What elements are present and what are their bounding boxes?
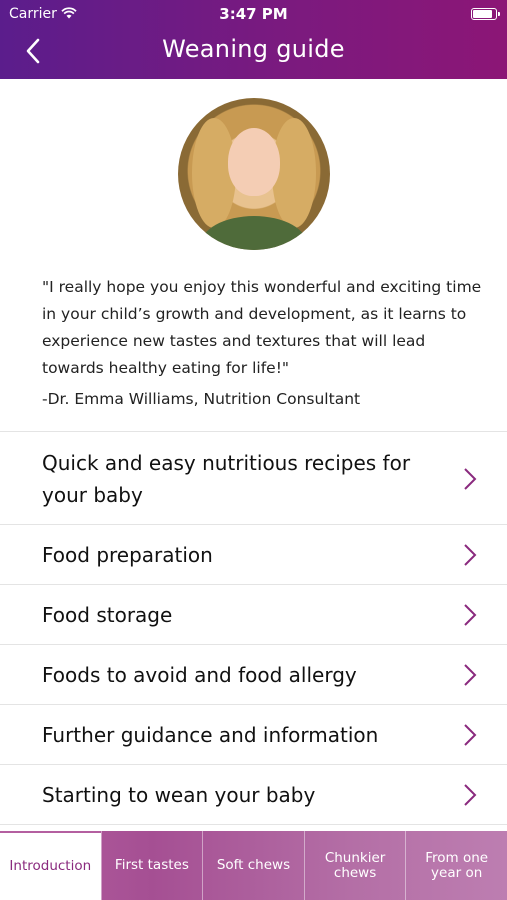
tab-first-tastes[interactable]: First tastes	[100, 831, 203, 900]
quote-attribution: -Dr. Emma Williams, Nutrition Consultant	[42, 390, 361, 408]
intro-quote: "I really hope you enjoy this wonderful …	[42, 278, 482, 377]
menu-item-recipes[interactable]: Quick and easy nutritious recipes for yo…	[0, 432, 507, 525]
battery-icon	[471, 8, 500, 20]
menu-item-label: Foods to avoid and food allergy	[42, 663, 357, 687]
chevron-right-icon	[464, 724, 477, 746]
header-bar: Carrier 3:47 PM Weaning guide	[0, 0, 507, 79]
tab-soft-chews[interactable]: Soft chews	[202, 831, 304, 900]
chevron-right-icon	[464, 784, 477, 806]
menu-item-food-preparation[interactable]: Food preparation	[0, 525, 507, 585]
consultant-avatar	[178, 98, 330, 250]
menu-item-label: Food storage	[42, 603, 173, 627]
menu-item-foods-to-avoid[interactable]: Foods to avoid and food allergy	[0, 645, 507, 705]
chevron-right-icon	[464, 664, 477, 686]
menu-item-starting-to-wean[interactable]: Starting to wean your baby	[0, 765, 507, 825]
chevron-right-icon	[464, 468, 477, 490]
menu-item-label: Quick and easy nutritious recipes for yo…	[42, 451, 411, 507]
chevron-right-icon	[464, 544, 477, 566]
tab-introduction[interactable]: Introduction	[0, 831, 101, 900]
guide-menu: Quick and easy nutritious recipes for yo…	[0, 431, 507, 825]
chevron-right-icon	[464, 604, 477, 626]
menu-item-label: Further guidance and information	[42, 723, 379, 747]
menu-item-further-guidance[interactable]: Further guidance and information	[0, 705, 507, 765]
menu-item-food-storage[interactable]: Food storage	[0, 585, 507, 645]
avatar-face	[228, 128, 280, 196]
battery-level	[473, 10, 493, 18]
page-title: Weaning guide	[162, 35, 345, 63]
menu-item-label: Starting to wean your baby	[42, 783, 316, 807]
tab-from-one-year-on[interactable]: From one year on	[405, 831, 507, 900]
menu-item-label: Food preparation	[42, 543, 213, 567]
status-time: 3:47 PM	[219, 5, 288, 23]
status-bar: Carrier 3:47 PM	[0, 0, 507, 28]
section-tab-bar: Introduction First tastes Soft chews Chu…	[0, 831, 507, 900]
tab-chunkier-chews[interactable]: Chunkier chews	[303, 831, 406, 900]
